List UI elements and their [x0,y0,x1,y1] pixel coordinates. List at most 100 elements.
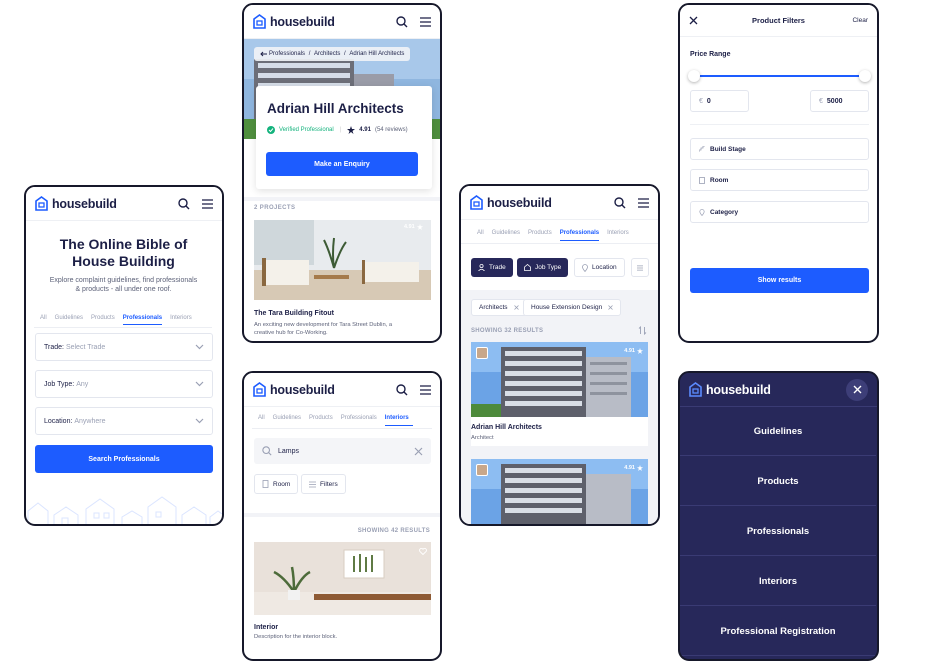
item-description: Description for the interior block. [254,634,338,640]
tab-interiors[interactable]: Interiors [170,315,192,325]
search-icon[interactable] [178,197,190,210]
search-icon[interactable] [396,15,408,28]
chevron-down-icon [195,344,204,350]
logo[interactable]: housebuild [35,196,117,211]
tab-professionals[interactable]: Professionals [122,315,163,325]
sort-icon[interactable] [638,326,647,335]
location-pin-icon [699,208,705,216]
profile-meta: Verified Professional | 4.91 (54 reviews… [267,126,408,134]
jobtype-select[interactable]: Job Type: Any [35,370,213,398]
interior-image[interactable] [254,542,431,615]
category-select[interactable]: Category [690,201,869,223]
phone-professionals-results: housebuild All Guidelines Products Profe… [459,184,660,526]
show-results-button[interactable]: Show results [690,268,869,293]
category-tabs: All Guidelines Products Professionals In… [32,315,200,325]
close-menu-button[interactable] [846,378,868,401]
location-select[interactable]: Location: Anywhere [35,407,213,435]
tab-all[interactable]: All [258,415,265,426]
close-icon[interactable] [608,305,613,310]
room-select[interactable]: Room [690,169,869,191]
room-filter-chip[interactable]: Room [254,474,299,494]
breadcrumb-architects[interactable]: Architects [314,51,340,57]
tab-guidelines[interactable]: Guidelines [492,230,520,241]
slider-handle-min[interactable] [688,70,700,82]
logo[interactable]: housebuild [470,195,552,210]
result-card-2[interactable]: 4.91 [471,459,648,524]
menu-item-professional-registration[interactable]: Professional Registration [680,607,876,656]
back-arrow-icon[interactable] [260,51,267,57]
heart-icon[interactable] [419,548,427,555]
breadcrumb: Professionals / Architects / Adrian Hill… [254,47,411,61]
menu-icon[interactable] [202,198,213,209]
card-title[interactable]: Adrian Hill Architects [471,424,542,431]
search-icon[interactable] [614,196,626,209]
review-count: (54 reviews) [374,127,408,133]
project-image[interactable] [254,220,431,300]
logo[interactable]: housebuild [689,382,771,397]
clear-button[interactable]: Clear [852,17,868,24]
tab-interiors[interactable]: Interiors [384,415,413,426]
header: housebuild [461,186,658,220]
more-filters-button[interactable] [631,258,649,277]
filters-chip[interactable]: Filters [301,474,346,494]
menu-item-guidelines[interactable]: Guidelines [680,407,876,456]
card-rating: 4.91 [624,348,643,354]
breadcrumb-professionals[interactable]: Professionals [269,51,305,57]
max-price-input[interactable]: € 5000 [810,90,869,112]
tab-guidelines[interactable]: Guidelines [55,315,83,325]
item-title[interactable]: Interior [254,624,278,631]
profile-name: Adrian Hill Architects [267,101,404,116]
project-title[interactable]: The Tara Building Fitout [254,310,334,317]
tab-professionals[interactable]: Professionals [341,415,377,426]
project-rating: 4.91 [404,224,423,230]
location-filter-chip[interactable]: Location [574,258,625,277]
menu-icon[interactable] [420,16,431,27]
close-icon[interactable] [513,305,519,310]
slider-handle-max[interactable] [858,70,871,82]
tab-guidelines[interactable]: Guidelines [273,415,301,426]
breadcrumb-current: Adrian Hill Architects [349,51,405,57]
make-enquiry-button[interactable]: Make an Enquiry [266,152,418,176]
brand-name: housebuild [270,14,335,29]
tab-professionals[interactable]: Professionals [559,230,600,241]
trade-select[interactable]: Trade: Select Trade [35,333,213,361]
menu-item-interiors[interactable]: Interiors [680,557,876,606]
house-logo-icon [253,14,266,29]
close-icon[interactable] [689,16,698,25]
menu-icon[interactable] [638,197,649,208]
menu-item-products[interactable]: Products [680,457,876,506]
close-icon [853,385,861,394]
menu-icon[interactable] [420,384,431,395]
close-icon[interactable] [414,447,423,456]
search-icon[interactable] [396,383,408,396]
price-slider[interactable] [688,70,871,82]
brand-name: housebuild [706,382,771,397]
tabs-divider [252,428,432,429]
tab-products[interactable]: Products [528,230,552,241]
trade-filter-chip[interactable]: Trade [471,258,513,277]
menu-header: housebuild [680,373,877,407]
search-professionals-button[interactable]: Search Professionals [35,445,213,473]
person-icon [478,264,485,271]
tag-house-extension[interactable]: House Extension Design [523,299,622,316]
menu-item-professionals[interactable]: Professionals [680,507,876,556]
building-image [471,459,648,524]
min-price-input[interactable]: € 0 [690,90,749,112]
tabs-divider [461,243,658,244]
logo[interactable]: housebuild [253,14,335,29]
result-card[interactable]: 4.91 Adrian Hill Architects Architect [471,342,648,446]
house-logo-icon [689,382,702,397]
tab-products[interactable]: Products [309,415,333,426]
location-pin-icon [582,263,588,272]
search-input[interactable]: Lamps [254,438,431,464]
tab-all[interactable]: All [477,230,484,241]
tag-architects[interactable]: Architects [471,299,527,316]
tab-all[interactable]: All [40,315,47,325]
section-divider [244,513,440,517]
jobtype-filter-chip[interactable]: Job Type [517,258,569,277]
tab-products[interactable]: Products [91,315,115,325]
header: housebuild [244,373,440,407]
tab-interiors[interactable]: Interiors [607,230,629,241]
logo[interactable]: housebuild [253,382,335,397]
build-stage-select[interactable]: Build Stage [690,138,869,160]
